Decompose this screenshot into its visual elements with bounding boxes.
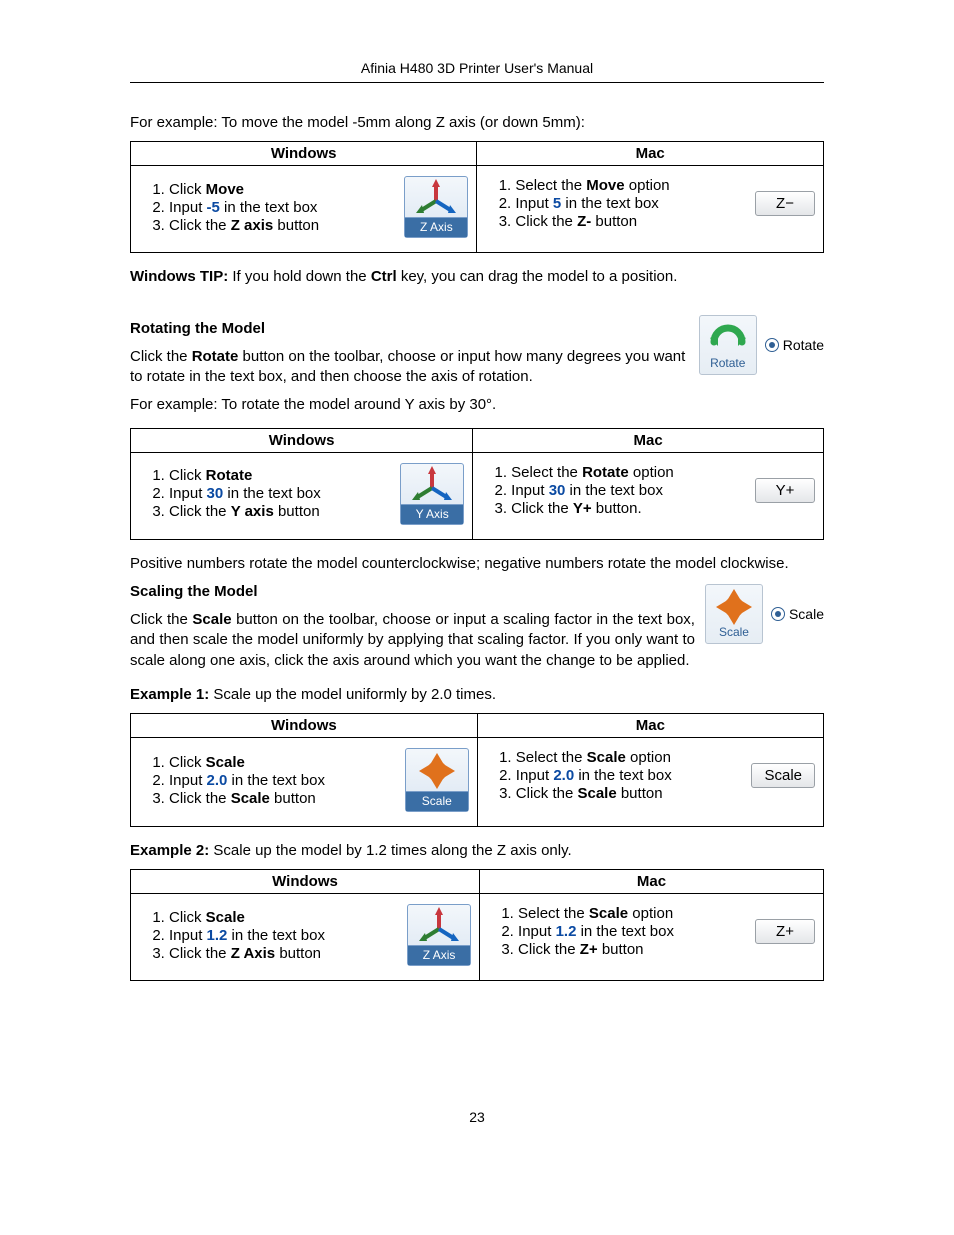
y-axis-button[interactable]: Y Axis [400,463,464,525]
axis-tripod-icon [404,464,460,504]
move-mac-steps: Select the Move option Input 5 in the te… [485,176,669,231]
page-header: Afinia H480 3D Printer User's Manual [130,60,824,83]
example1-label: Example 1: Scale up the model uniformly … [130,685,824,705]
axis-tripod-icon [408,177,464,217]
scale-radio[interactable]: Scale [771,606,824,622]
rotate-mac-steps: Select the Rotate option Input 30 in the… [481,463,674,518]
scale-tool-illus: Scale Scale [705,584,824,644]
move-intro: For example: To move the model -5mm alon… [130,113,824,133]
axis-tripod-icon [411,905,467,945]
windows-tip: Windows TIP: If you hold down the Ctrl k… [130,267,824,287]
rotate-radio[interactable]: Rotate [765,337,824,353]
rotate-arrows-icon [700,316,756,356]
radio-selected-icon [771,607,785,621]
scale1-win-steps: Click Scale Input 2.0 in the text box Cl… [139,753,325,808]
move-table: Windows Mac Click Move Input -5 in the t… [130,141,824,253]
y-plus-button[interactable]: Y+ [755,478,815,503]
scale-button-win[interactable]: Scale [405,748,469,812]
rotate-table: Windows Mac Click Rotate Input 30 in the… [130,428,824,540]
z-axis-button[interactable]: Z Axis [404,176,468,238]
rotate-note: Positive numbers rotate the model counte… [130,554,824,574]
page-number: 23 [0,1109,954,1125]
example2-label: Example 2: Scale up the model by 1.2 tim… [130,841,824,861]
move-win-steps: Click Move Input -5 in the text box Clic… [139,180,319,235]
scale-arrows-icon [409,749,465,789]
z-minus-button[interactable]: Z− [755,191,815,216]
scale-arrows-icon [706,585,762,625]
col-windows: Windows [131,142,477,166]
scale-button-mac[interactable]: Scale [751,763,815,788]
scale1-mac-steps: Select the Scale option Input 2.0 in the… [486,748,672,803]
rotate-example-intro: For example: To rotate the model around … [130,395,824,415]
z-plus-button[interactable]: Z+ [755,919,815,944]
col-mac: Mac [477,142,824,166]
z-axis-button-2[interactable]: Z Axis [407,904,471,966]
scale2-mac-steps: Select the Scale option Input 1.2 in the… [488,904,674,959]
scale1-table: Windows Mac Click Scale Input 2.0 in the… [130,713,824,827]
rotate-tool-illus: Rotate Rotate [699,315,824,375]
radio-selected-icon [765,338,779,352]
rotate-win-steps: Click Rotate Input 30 in the text box Cl… [139,466,321,521]
scale2-table: Windows Mac Click Scale Input 1.2 in the… [130,869,824,981]
scale2-win-steps: Click Scale Input 1.2 in the text box Cl… [139,908,325,963]
